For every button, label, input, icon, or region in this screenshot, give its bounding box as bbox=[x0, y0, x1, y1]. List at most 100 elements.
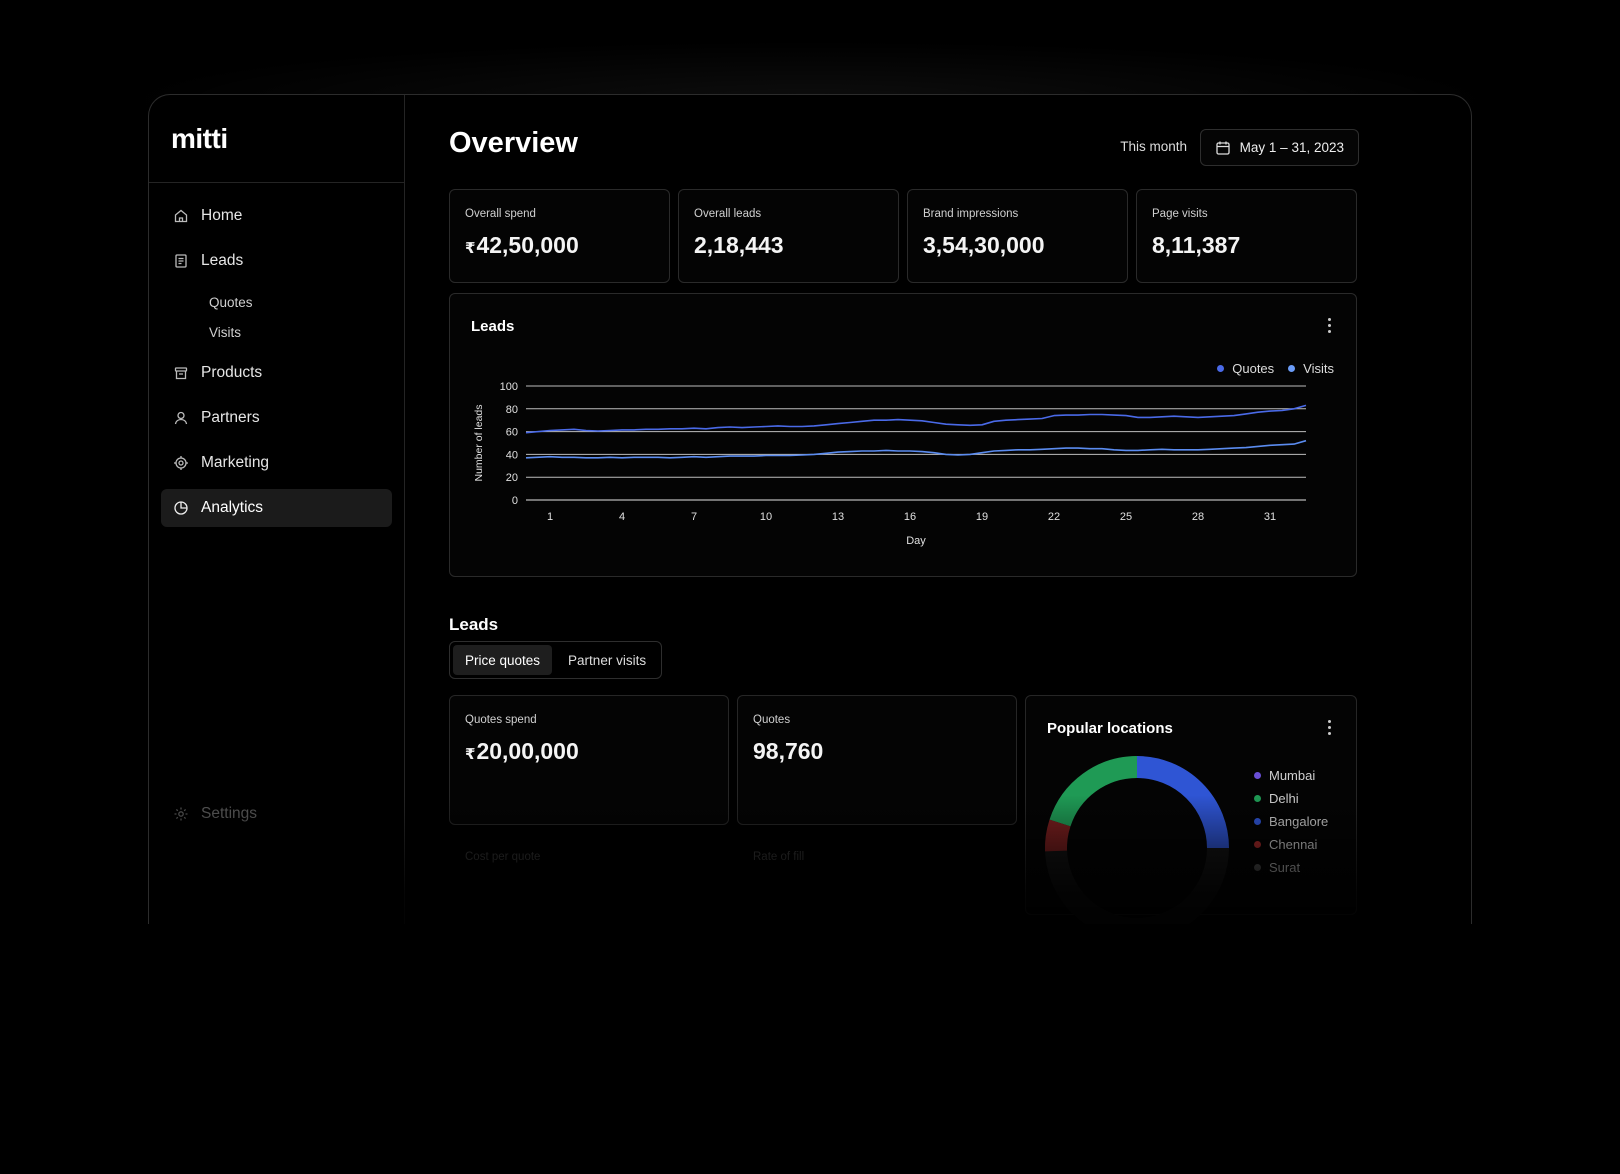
legend-dot bbox=[1254, 818, 1261, 825]
location-label: Bangalore bbox=[1269, 814, 1329, 829]
sidebar-item-marketing[interactable]: Marketing bbox=[161, 444, 392, 482]
stat-card-overall-leads[interactable]: Overall leads 2,18,443 bbox=[678, 189, 899, 283]
location-label: Mumbai bbox=[1269, 768, 1316, 783]
series-line-visits bbox=[525, 439, 1307, 459]
y-tick-label: 100 bbox=[500, 381, 518, 393]
legend-dot bbox=[1254, 841, 1261, 848]
faded-card-label: Cost per quote bbox=[465, 851, 541, 863]
tab-partner-visits[interactable]: Partner visits bbox=[556, 645, 658, 675]
app-logo[interactable]: mitti bbox=[149, 95, 404, 183]
x-tick-label: 19 bbox=[976, 511, 988, 523]
calendar-icon bbox=[1215, 140, 1231, 156]
sidebar-item-home[interactable]: Home bbox=[161, 197, 392, 235]
location-item-surat[interactable]: Surat bbox=[1254, 856, 1328, 879]
popular-locations-card: Popular locations Mumbai Delhi Bangalore… bbox=[1025, 695, 1357, 924]
legend-dot bbox=[1254, 772, 1261, 779]
sidebar-item-partners[interactable]: Partners bbox=[161, 399, 392, 437]
location-item-chennai[interactable]: Chennai bbox=[1254, 833, 1328, 856]
x-tick-label: 28 bbox=[1192, 511, 1204, 523]
sidebar-item-label: Partners bbox=[201, 409, 260, 426]
card-label: Quotes spend bbox=[465, 714, 537, 726]
sidebar-item-settings[interactable]: Settings bbox=[173, 805, 257, 823]
tab-price-quotes[interactable]: Price quotes bbox=[453, 645, 553, 675]
x-tick-label: 22 bbox=[1048, 511, 1060, 523]
locations-donut-chart bbox=[1044, 756, 1229, 924]
y-tick-label: 40 bbox=[506, 449, 518, 461]
location-label: Delhi bbox=[1269, 791, 1299, 806]
x-tick-label: 10 bbox=[760, 511, 772, 523]
y-tick-label: 80 bbox=[506, 404, 518, 416]
range-label: This month bbox=[1120, 139, 1187, 154]
sidebar-item-products[interactable]: Products bbox=[161, 354, 392, 392]
box-icon bbox=[173, 365, 189, 381]
stat-card-overall-spend[interactable]: Overall spend ₹42,50,000 bbox=[449, 189, 670, 283]
currency-symbol: ₹ bbox=[465, 746, 476, 763]
x-tick-label: 4 bbox=[619, 511, 625, 523]
pie-chart-icon bbox=[173, 500, 189, 516]
x-tick-label: 13 bbox=[832, 511, 844, 523]
locations-legend: Mumbai Delhi Bangalore Chennai Surat bbox=[1254, 764, 1328, 879]
date-range-text: May 1 – 31, 2023 bbox=[1239, 140, 1344, 155]
sidebar-item-leads[interactable]: Leads bbox=[161, 242, 392, 280]
location-label: Chennai bbox=[1269, 837, 1318, 852]
quotes-count-card[interactable]: Quotes 98,760 bbox=[737, 695, 1017, 825]
y-tick-label: 60 bbox=[506, 427, 518, 439]
sidebar-item-label: Products bbox=[201, 364, 263, 381]
document-icon bbox=[173, 253, 189, 269]
sidebar-subitem-visits[interactable]: Visits bbox=[161, 317, 392, 347]
target-icon bbox=[173, 455, 189, 471]
sidebar-subitem-quotes[interactable]: Quotes bbox=[161, 287, 392, 317]
card-number: 20,00,000 bbox=[476, 738, 579, 764]
y-axis-label: Number of leads bbox=[473, 404, 485, 481]
stat-value: 8,11,387 bbox=[1152, 232, 1241, 258]
user-icon bbox=[173, 410, 189, 426]
stat-label: Brand impressions bbox=[923, 208, 1019, 220]
stat-label: Overall leads bbox=[694, 208, 762, 220]
page-title: Overview bbox=[449, 127, 578, 159]
sidebar: mitti Home Leads Quotes Visits Products … bbox=[149, 95, 405, 924]
y-tick-label: 0 bbox=[512, 495, 518, 507]
card-value: ₹20,00,000 bbox=[465, 738, 713, 765]
x-tick-label: 31 bbox=[1264, 511, 1276, 523]
stat-card-page-visits[interactable]: Page visits 8,11,387 bbox=[1136, 189, 1357, 283]
leads-chart-card: Leads Quotes Visits 0 20 40 60 80 100 1 4 7 10 13 1… bbox=[449, 293, 1357, 577]
locations-title: Popular locations bbox=[1047, 720, 1173, 737]
sidebar-item-label: Analytics bbox=[201, 499, 264, 516]
faded-card-label: Rate of fill bbox=[753, 851, 805, 863]
stat-label: Page visits bbox=[1152, 208, 1208, 220]
donut-segment-chennai bbox=[1044, 819, 1071, 852]
stat-label: Overall spend bbox=[465, 208, 536, 220]
sidebar-item-label: Marketing bbox=[201, 454, 270, 471]
sidebar-item-label: Leads bbox=[201, 252, 244, 269]
stat-card-brand-impressions[interactable]: Brand impressions 3,54,30,000 bbox=[907, 189, 1128, 283]
y-tick-label: 20 bbox=[506, 472, 518, 484]
leads-section-title: Leads bbox=[449, 615, 499, 634]
donut-segment-bangalore bbox=[1136, 756, 1229, 849]
x-tick-label: 16 bbox=[904, 511, 916, 523]
settings-label: Settings bbox=[201, 805, 258, 822]
location-item-delhi[interactable]: Delhi bbox=[1254, 787, 1328, 810]
home-icon bbox=[173, 208, 189, 224]
sidebar-nav: Home Leads Quotes Visits Products Partne… bbox=[149, 183, 404, 527]
stat-number: 42,50,000 bbox=[476, 232, 579, 258]
gear-icon bbox=[173, 806, 189, 822]
x-tick-label: 1 bbox=[547, 511, 553, 523]
donut-segment-delhi bbox=[1049, 756, 1138, 827]
leads-tab-switcher: Price quotes Partner visits bbox=[449, 641, 663, 679]
app-window: mitti Home Leads Quotes Visits Products … bbox=[148, 94, 1472, 924]
date-range-picker[interactable]: May 1 – 31, 2023 bbox=[1199, 129, 1359, 166]
card-value: 98,760 bbox=[753, 738, 824, 764]
location-item-bangalore[interactable]: Bangalore bbox=[1254, 810, 1328, 833]
x-tick-label: 25 bbox=[1120, 511, 1132, 523]
stat-value: 3,54,30,000 bbox=[923, 232, 1045, 258]
series-line-quotes bbox=[525, 404, 1307, 434]
location-item-mumbai[interactable]: Mumbai bbox=[1254, 764, 1328, 787]
currency-symbol: ₹ bbox=[465, 240, 476, 257]
legend-dot bbox=[1254, 864, 1261, 871]
sidebar-item-label: Home bbox=[201, 207, 243, 224]
x-axis-label: Day bbox=[906, 535, 926, 547]
quotes-spend-card[interactable]: Quotes spend ₹20,00,000 bbox=[449, 695, 729, 825]
main-content: Overview This month May 1 – 31, 2023 Ove… bbox=[449, 95, 1359, 924]
more-options-icon[interactable] bbox=[1328, 720, 1332, 735]
sidebar-item-analytics[interactable]: Analytics bbox=[161, 489, 392, 527]
